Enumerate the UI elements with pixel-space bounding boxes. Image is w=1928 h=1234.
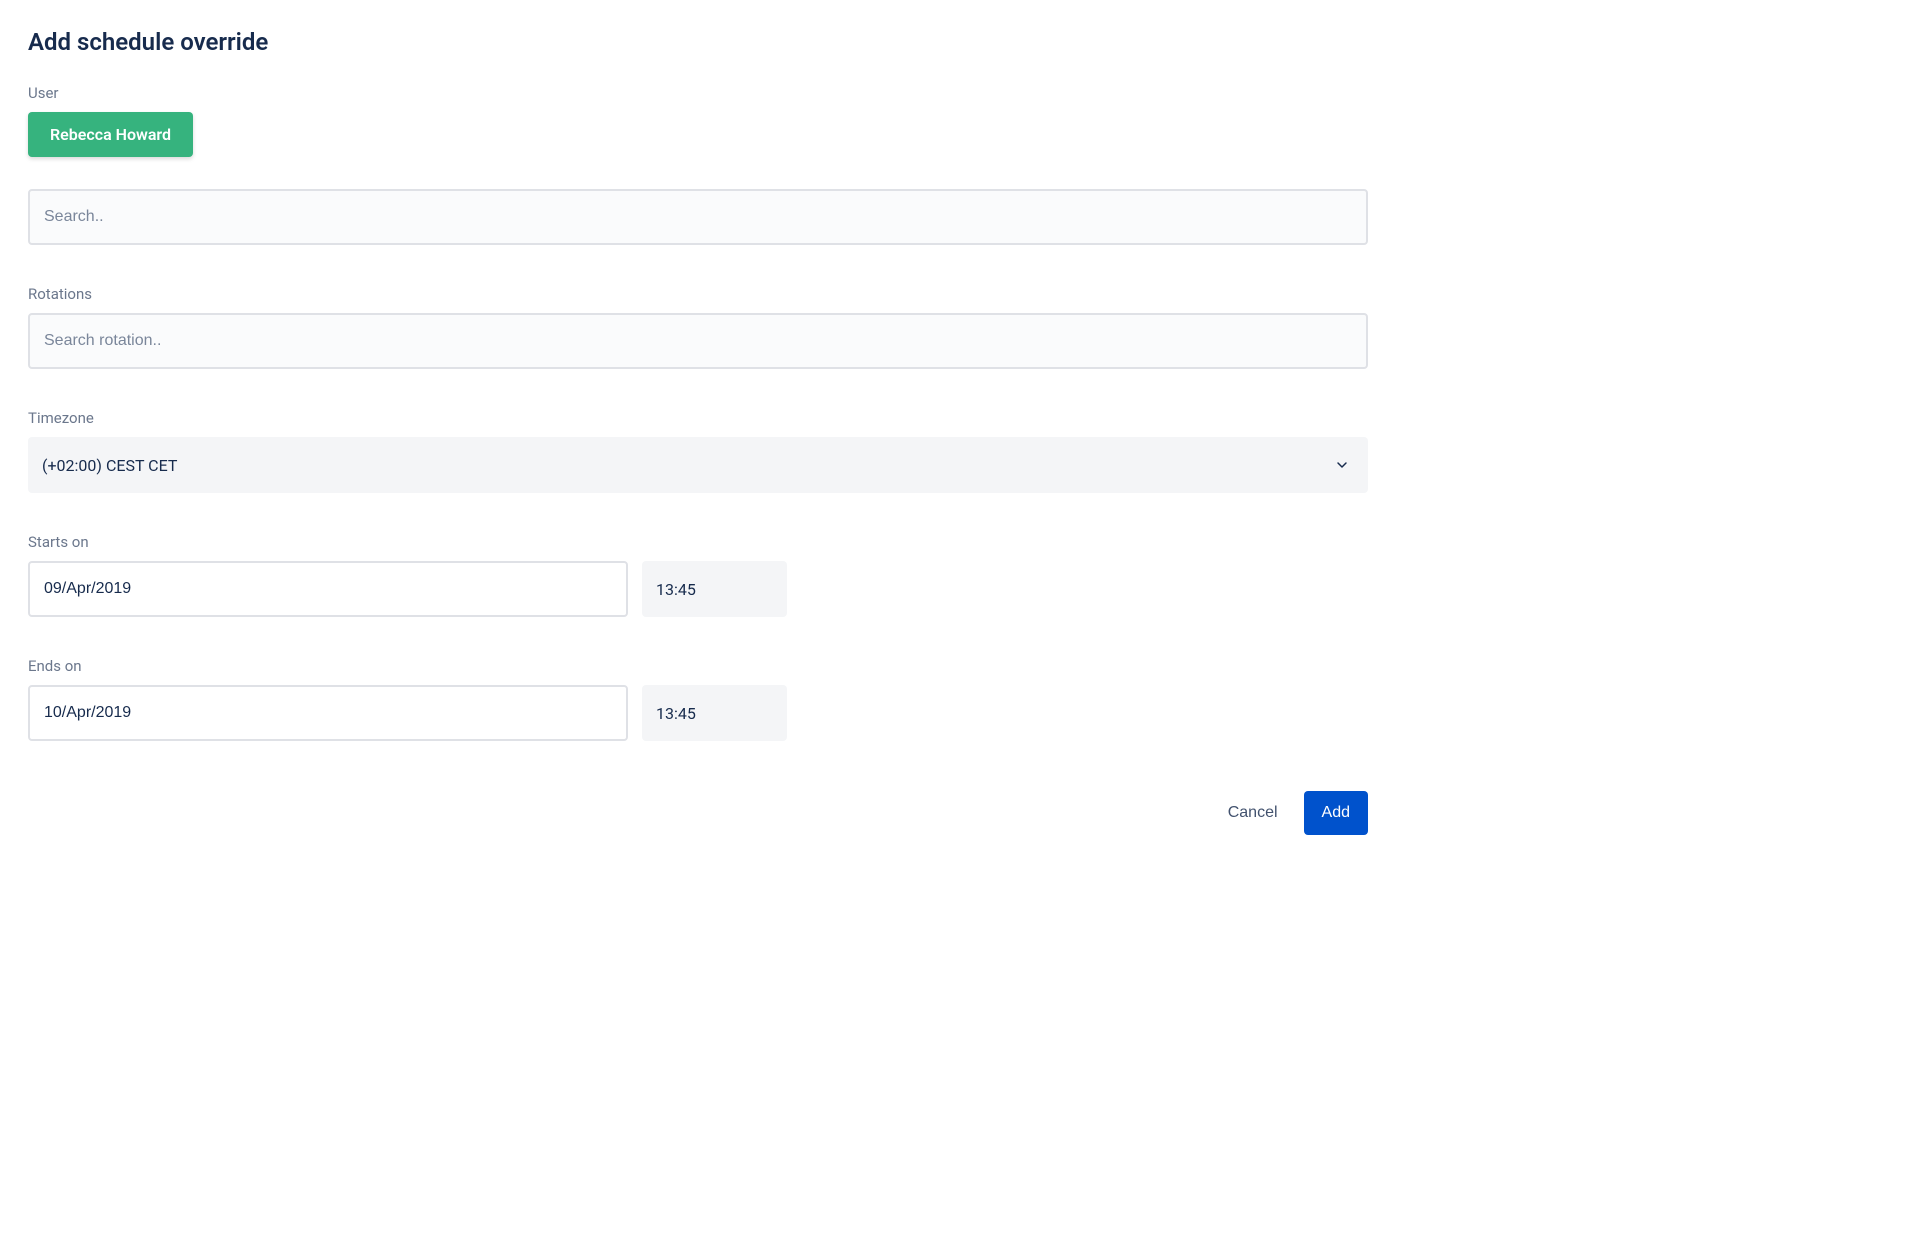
add-button[interactable]: Add — [1304, 791, 1368, 835]
end-time-select[interactable]: 13:45 — [642, 685, 787, 741]
starts-on-label: Starts on — [28, 533, 1368, 551]
modal-footer: Cancel Add — [28, 791, 1368, 835]
timezone-selected-value: (+02:00) CEST CET — [42, 456, 177, 475]
user-search-input[interactable] — [28, 189, 1368, 245]
start-time-select[interactable]: 13:45 — [642, 561, 787, 617]
rotations-search-input[interactable] — [28, 313, 1368, 369]
add-schedule-override-modal: Add schedule override User Rebecca Howar… — [28, 28, 1368, 835]
timezone-select[interactable]: (+02:00) CEST CET — [28, 437, 1368, 493]
page-title: Add schedule override — [28, 28, 1368, 56]
cancel-button[interactable]: Cancel — [1210, 791, 1296, 835]
timezone-label: Timezone — [28, 409, 1368, 427]
ends-on-label: Ends on — [28, 657, 1368, 675]
selected-user-name: Rebecca Howard — [50, 125, 171, 144]
start-date-input[interactable] — [28, 561, 628, 617]
end-time-value: 13:45 — [656, 704, 696, 723]
start-time-value: 13:45 — [656, 580, 696, 599]
end-date-input[interactable] — [28, 685, 628, 741]
user-label: User — [28, 84, 1368, 102]
rotations-label: Rotations — [28, 285, 1368, 303]
selected-user-chip[interactable]: Rebecca Howard — [28, 112, 193, 157]
